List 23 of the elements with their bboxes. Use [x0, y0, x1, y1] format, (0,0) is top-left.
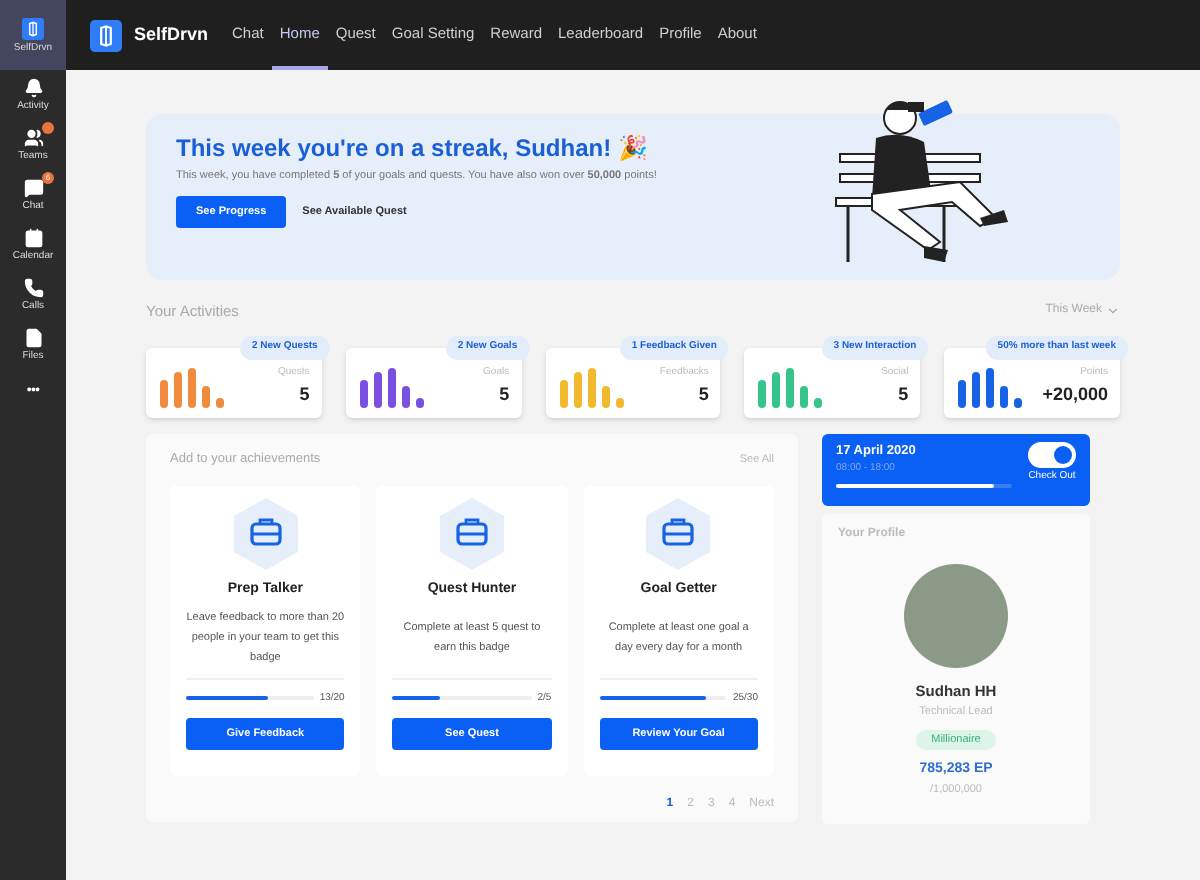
app-logo-icon — [22, 17, 44, 39]
activity-value: 5 — [698, 381, 709, 408]
app-logo-icon — [90, 19, 122, 51]
activity-value: +20,000 — [1042, 381, 1108, 408]
teams-icon — [23, 128, 43, 148]
bell-icon — [23, 78, 43, 98]
activity-value: 5 — [299, 381, 310, 408]
app-name: SelfDrvn — [134, 21, 209, 48]
file-icon — [23, 328, 43, 348]
briefcase-hexagon-icon — [231, 498, 300, 570]
activity-value: 5 — [499, 381, 510, 408]
briefcase-hexagon-icon — [437, 498, 506, 570]
phone-icon — [23, 278, 43, 298]
chevron-down-icon — [1106, 304, 1120, 319]
check-out-toggle[interactable] — [1028, 442, 1076, 469]
calendar-icon — [23, 228, 43, 248]
briefcase-hexagon-icon — [644, 498, 713, 570]
bar-graph-icon — [557, 364, 630, 409]
activity-value: 5 — [898, 381, 909, 408]
chat-icon — [23, 178, 43, 198]
bar-graph-icon — [158, 364, 230, 409]
bar-graph-icon — [357, 364, 430, 409]
banner-title: This week you're on a streak, Sudhan! 🎉 — [176, 134, 650, 164]
